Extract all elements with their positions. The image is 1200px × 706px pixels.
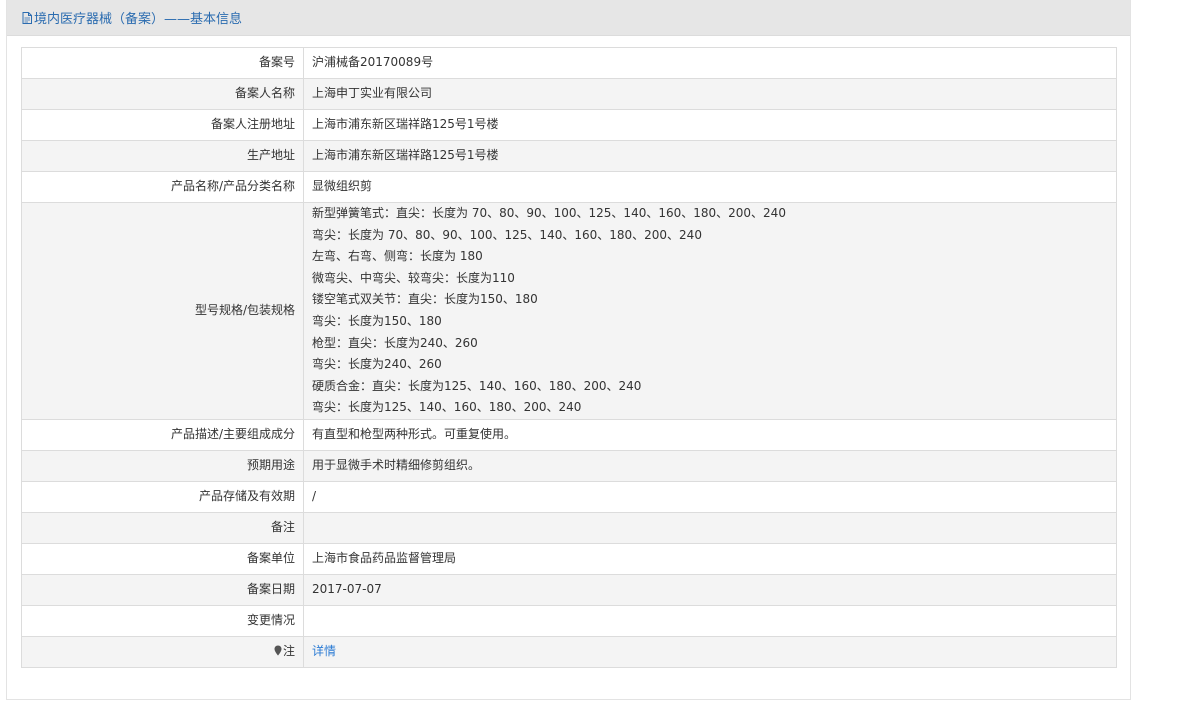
row-label: 产品描述/主要组成成分 <box>21 418 304 451</box>
spec-line: 镂空笔式双关节：直尖：长度为150、180 <box>312 292 538 307</box>
row-value: 有直型和枪型两种形式。可重复使用。 <box>303 418 1117 451</box>
spec-line: 枪型：直尖：长度为240、260 <box>312 335 478 350</box>
spec-line: 弯尖：长度为125、140、160、180、200、240 <box>312 400 582 415</box>
table-row: 备案人注册地址 上海市浦东新区瑞祥路125号1号楼 <box>21 109 1117 141</box>
table-row: 型号规格/包装规格 新型弹簧笔式：直尖：长度为 70、80、90、100、125… <box>21 202 1117 420</box>
document-icon <box>22 11 32 24</box>
row-label: 备案单位 <box>21 542 304 575</box>
row-label: 产品存储及有效期 <box>21 480 304 513</box>
panel-header: 境内医疗器械（备案）——基本信息 <box>7 0 1130 36</box>
row-label-note: 注 <box>21 635 304 668</box>
table-row: 备案单位 上海市食品药品监督管理局 <box>21 542 1117 575</box>
row-value: 上海市浦东新区瑞祥路125号1号楼 <box>303 140 1117 172</box>
row-label: 生产地址 <box>21 140 304 172</box>
note-label: 注 <box>282 644 295 659</box>
row-label: 备案日期 <box>21 573 304 606</box>
row-value-multiline: 新型弹簧笔式：直尖：长度为 70、80、90、100、125、140、160、1… <box>303 202 1117 420</box>
info-table: 备案号 沪浦械备20170089号 备案人名称 上海申丁实业有限公司 备案人注册… <box>21 47 1117 668</box>
row-value: 上海市浦东新区瑞祥路125号1号楼 <box>303 109 1117 141</box>
table-row: 生产地址 上海市浦东新区瑞祥路125号1号楼 <box>21 140 1117 172</box>
spec-line: 硬质合金：直尖：长度为125、140、160、180、200、240 <box>312 378 642 393</box>
row-label: 备案人名称 <box>21 78 304 110</box>
table-row: 产品名称/产品分类名称 显微组织剪 <box>21 171 1117 203</box>
table-row: 备注 <box>21 511 1117 544</box>
row-label: 备案人注册地址 <box>21 109 304 141</box>
row-value: 上海申丁实业有限公司 <box>303 78 1117 110</box>
row-value: 2017-07-07 <box>303 573 1117 606</box>
info-panel: 境内医疗器械（备案）——基本信息 备案号 沪浦械备20170089号 备案人名称… <box>6 0 1131 700</box>
row-value <box>303 511 1117 544</box>
row-label: 产品名称/产品分类名称 <box>21 171 304 203</box>
row-value: 沪浦械备20170089号 <box>303 47 1117 79</box>
table-row: 备案日期 2017-07-07 <box>21 573 1117 606</box>
map-pin-icon <box>274 645 282 656</box>
page-title: 境内医疗器械（备案）——基本信息 <box>34 12 243 27</box>
table-row: 备案号 沪浦械备20170089号 <box>21 47 1117 79</box>
spec-line: 微弯尖、中弯尖、较弯尖：长度为110 <box>312 270 515 285</box>
spec-line: 弯尖：长度为 70、80、90、100、125、140、160、180、200、… <box>312 227 702 242</box>
row-label: 型号规格/包装规格 <box>21 202 304 420</box>
table-row: 产品存储及有效期 / <box>21 480 1117 513</box>
row-label: 备案号 <box>21 47 304 79</box>
row-value: 显微组织剪 <box>303 171 1117 203</box>
row-label: 预期用途 <box>21 449 304 482</box>
table-row: 产品描述/主要组成成分 有直型和枪型两种形式。可重复使用。 <box>21 418 1117 451</box>
row-label: 变更情况 <box>21 604 304 637</box>
row-value: / <box>303 480 1117 513</box>
table-row: 变更情况 <box>21 604 1117 637</box>
row-label: 备注 <box>21 511 304 544</box>
row-value <box>303 604 1117 637</box>
table-row: 注 详情 <box>21 635 1117 668</box>
spec-line: 新型弹簧笔式：直尖：长度为 70、80、90、100、125、140、160、1… <box>312 206 786 220</box>
row-value: 上海市食品药品监督管理局 <box>303 542 1117 575</box>
detail-link[interactable]: 详情 <box>312 644 336 658</box>
spec-line: 左弯、右弯、侧弯：长度为 180 <box>312 249 483 264</box>
spec-line: 弯尖：长度为240、260 <box>312 357 442 372</box>
spec-line: 弯尖：长度为150、180 <box>312 313 442 328</box>
row-value: 详情 <box>303 635 1117 668</box>
table-row: 备案人名称 上海申丁实业有限公司 <box>21 78 1117 110</box>
row-value: 用于显微手术时精细修剪组织。 <box>303 449 1117 482</box>
table-row: 预期用途 用于显微手术时精细修剪组织。 <box>21 449 1117 482</box>
